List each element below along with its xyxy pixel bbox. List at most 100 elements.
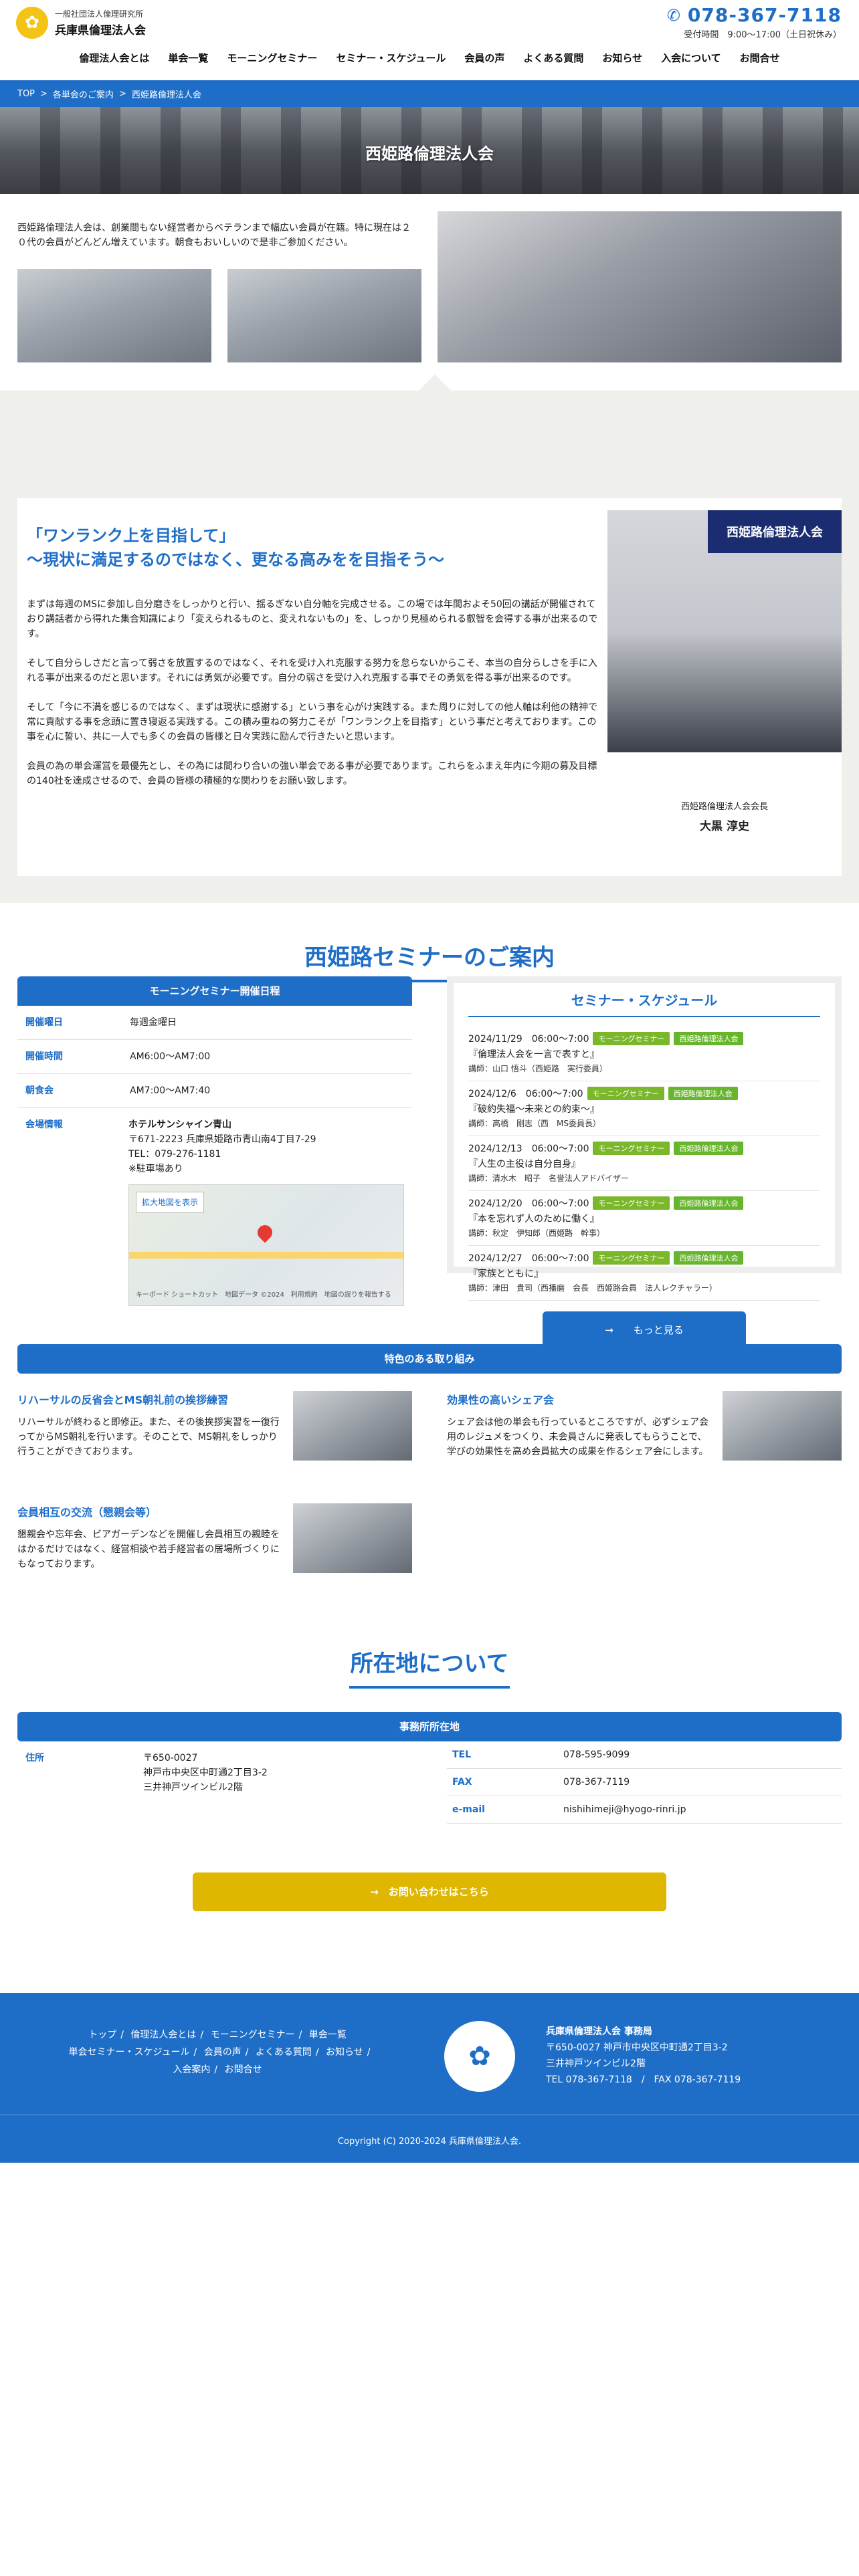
map-expand-button[interactable]: 拡大地図を表示 — [136, 1192, 205, 1213]
nav-chapters[interactable]: 単会一覧 — [159, 51, 217, 65]
breadcrumb-sep: > — [118, 88, 126, 99]
footer-link-faq[interactable]: よくある質問 — [256, 2047, 312, 2058]
contact-value: 078-367-7119 — [563, 1777, 630, 1788]
nav-morning-seminar[interactable]: モーニングセミナー — [217, 51, 326, 65]
venue-row: 会場情報 ホテルサンシャイン青山 〒671-2223 兵庫県姫路市青山南4丁目7… — [17, 1108, 412, 1315]
footer-link-contact[interactable]: お問合せ — [225, 2064, 262, 2075]
section-arrow — [419, 374, 451, 391]
intro-photo — [227, 269, 421, 362]
logo-title: 兵庫県倫理法人会 — [55, 24, 146, 37]
schedule-event[interactable]: 2024/12/13 06:00〜7:00 モーニングセミナー 西姫路倫理法人会 『… — [468, 1136, 820, 1191]
message-paragraph: そして「今に不満を感じるのではなく、まずは現状に感謝する」という事を心がけ実践す… — [27, 702, 598, 742]
site-header: ✿ 一般社団法人倫理研究所 兵庫県倫理法人会 ✆ 078-367-7118 受付時… — [0, 0, 859, 80]
address-line: 三井神戸ツインビル2階 — [143, 1782, 243, 1793]
message-paragraph: そして自分らしさだと言って弱さを放置するのではなく、それを受け入れ克服する努力を… — [27, 658, 597, 683]
footer-link-member-voices[interactable]: 会員の声 — [204, 2047, 242, 2058]
location-section: 所在地について 事務所所在地 住所 〒650-0027 神戸市中央区中町通2丁目… — [0, 1618, 859, 1993]
event-chapter-badge: 西姫路倫理法人会 — [674, 1196, 744, 1210]
breadcrumb-top[interactable]: TOP — [17, 89, 35, 99]
event-chapter-badge: 西姫路倫理法人会 — [674, 1142, 744, 1155]
address-key: 住所 — [25, 1753, 44, 1763]
footer-building: 三井神戸ツインビル2階 — [546, 2058, 646, 2069]
event-chapter-badge: 西姫路倫理法人会 — [674, 1032, 744, 1045]
footer-link-news[interactable]: お知らせ — [326, 2047, 363, 2058]
event-date: 2024/12/27 06:00〜7:00 — [468, 1253, 589, 1264]
schedule-event[interactable]: 2024/12/6 06:00〜7:00 モーニングセミナー 西姫路倫理法人会 『破… — [468, 1081, 820, 1136]
message-paragraph: まずは毎週のMSに参加し自分磨きをしっかりと行い、揺るぎない自分軸を完成させる。… — [27, 599, 598, 639]
map-road — [129, 1252, 403, 1259]
footer-org-name: 兵庫県倫理法人会 事務局 — [546, 2026, 652, 2037]
copyright: Copyright (C) 2020-2024 兵庫県倫理法人会. — [0, 2115, 859, 2147]
feature-text: リハーサルが終わると即修正。また、その後挨拶実習を一復行ってからMS朝礼を行いま… — [17, 1417, 280, 1457]
breadcrumb: TOP > 各単会のご案内 > 西姫路倫理法人会 — [0, 80, 859, 107]
nav-seminar-schedule[interactable]: セミナー・スケジュール — [326, 51, 455, 65]
feature-photo — [293, 1391, 412, 1461]
venue-map[interactable]: 拡大地図を表示 キーボード ショートカット 地図データ ©2024 利用規約 地… — [128, 1184, 404, 1306]
message-heading-line: 「ワンランク上を目指して」 — [27, 526, 235, 545]
schedule-event[interactable]: 2024/12/27 06:00〜7:00 モーニングセミナー 西姫路倫理法人会 『… — [468, 1246, 820, 1301]
seminar-schedule-card: セミナー・スケジュール 2024/11/29 06:00〜7:00 モーニングセミ… — [447, 976, 842, 1349]
nav-news[interactable]: お知らせ — [593, 51, 652, 65]
contact-row: TEL 078-595-9099 — [447, 1741, 842, 1769]
address-line: 〒650-0027 — [143, 1753, 198, 1763]
event-date: 2024/11/29 06:00〜7:00 — [468, 1034, 589, 1045]
info-value: 毎週金曜日 — [130, 1017, 177, 1028]
feature-text: 懇親会や忘年会、ビアガーデンなどを開催し会員相互の親睦をはかるだけではなく、経営… — [17, 1529, 280, 1570]
intro-text: 西姫路倫理法人会は、創業間もない経営者からベテランまで幅広い会員が在籍。特に現在… — [17, 223, 411, 248]
nav-contact[interactable]: お問合せ — [731, 51, 789, 65]
intro-section: 西姫路倫理法人会は、創業間もない経営者からベテランまで幅広い会員が在籍。特に現在… — [0, 194, 859, 498]
features-title: 特色のある取り組み — [17, 1344, 842, 1374]
footer-address: 〒650-0027 神戸市中央区中町通2丁目3-2 — [546, 2042, 728, 2053]
nav-faq[interactable]: よくある質問 — [514, 51, 593, 65]
nav-about[interactable]: 倫理法人会とは — [70, 51, 159, 65]
info-row: 開催曜日 毎週金曜日 — [17, 1006, 412, 1040]
venue-address: 〒671-2223 兵庫県姫路市青山南4丁目7-29 — [128, 1134, 316, 1145]
header-contact: ✆ 078-367-7118 受付時間 9:00〜17:00（土日祝休み） — [667, 4, 842, 40]
info-row: 朝食会 AM7:00〜AM7:40 — [17, 1074, 412, 1108]
contact-row: FAX 078-367-7119 — [447, 1769, 842, 1796]
hero-banner: 西姫路倫理法人会 — [0, 107, 859, 194]
breadcrumb-current: 西姫路倫理法人会 — [131, 90, 201, 100]
event-date: 2024/12/20 06:00〜7:00 — [468, 1198, 589, 1209]
schedule-event[interactable]: 2024/12/20 06:00〜7:00 モーニングセミナー 西姫路倫理法人会 『… — [468, 1191, 820, 1246]
nav-member-voices[interactable]: 会員の声 — [455, 51, 514, 65]
seminar-title: 西姫路セミナーのご案内 — [304, 944, 555, 971]
footer-link-join[interactable]: 入会案内 — [173, 2064, 210, 2075]
event-title: 『倫理法人会を一言で表すと』 — [468, 1049, 599, 1060]
message-paragraph: 会員の為の単会運営を最優先とし、その為には間わり合いの強い単会である事が必要であ… — [27, 761, 597, 786]
logo-subtitle: 一般社団法人倫理研究所 — [55, 9, 144, 19]
address-line: 神戸市中央区中町通2丁目3-2 — [143, 1767, 268, 1778]
footer-link-top[interactable]: トップ — [88, 2030, 116, 2040]
info-key: 開催曜日 — [25, 1017, 63, 1028]
more-schedule-button[interactable]: → もっと見る — [543, 1311, 746, 1349]
schedule-event[interactable]: 2024/11/29 06:00〜7:00 モーニングセミナー 西姫路倫理法人会 『… — [468, 1027, 820, 1081]
features-section: 特色のある取り組み リハーサルの反省会とMS朝礼前の挨拶練習 リハーサルが終わる… — [0, 1344, 859, 1618]
info-box-title: モーニングセミナー開催日程 — [17, 976, 412, 1006]
event-type-badge: モーニングセミナー — [593, 1142, 670, 1155]
feature-photo — [293, 1503, 412, 1573]
footer-link-seminar-schedule[interactable]: 単会セミナー・スケジュール — [69, 2047, 190, 2058]
footer-link-about[interactable]: 倫理法人会とは — [130, 2030, 196, 2040]
president-role: 西姫路倫理法人会会長 — [680, 802, 768, 812]
email-link[interactable]: nishihimeji@hyogo-rinri.jp — [563, 1804, 686, 1815]
breadcrumb-chapters[interactable]: 各単会のご案内 — [53, 88, 114, 100]
inquiry-button[interactable]: → お問い合わせはこちら — [193, 1872, 666, 1911]
message-heading: 「ワンランク上を目指して」 〜現状に満足するのではなく、更なる高みをを目指そう〜 — [27, 524, 444, 572]
event-speaker: 講師：山口 悟斗（西姫路 実行委員） — [468, 1064, 607, 1073]
location-title: 所在地について — [350, 1650, 509, 1677]
intro-photo — [17, 269, 211, 362]
nav-join[interactable]: 入会について — [652, 51, 731, 65]
seminar-section: 西姫路セミナーのご案内 モーニングセミナー開催日程 開催曜日 毎週金曜日 開催時… — [0, 903, 859, 1349]
president-photo-banner: 西姫路倫理法人会 — [708, 510, 842, 553]
contact-row: e-mail nishihimeji@hyogo-rinri.jp — [447, 1796, 842, 1824]
footer-link-morning-seminar[interactable]: モーニングセミナー — [211, 2030, 295, 2040]
header-phone[interactable]: ✆ 078-367-7118 — [667, 4, 842, 26]
morning-seminar-info: モーニングセミナー開催日程 開催曜日 毎週金曜日 開催時間 AM6:00〜AM7… — [17, 976, 412, 1315]
message-heading-line: 〜現状に満足するのではなく、更なる高みをを目指そう〜 — [27, 550, 444, 569]
contact-key: TEL — [452, 1749, 472, 1760]
header-hours: 受付時間 9:00〜17:00（土日祝休み） — [684, 30, 842, 40]
footer-link-chapters[interactable]: 単会一覧 — [309, 2030, 347, 2040]
hero-title: 西姫路倫理法人会 — [365, 144, 494, 163]
footer-emblem-icon: ✿ — [444, 2021, 515, 2092]
site-logo[interactable]: ✿ 一般社団法人倫理研究所 兵庫県倫理法人会 — [16, 7, 146, 39]
